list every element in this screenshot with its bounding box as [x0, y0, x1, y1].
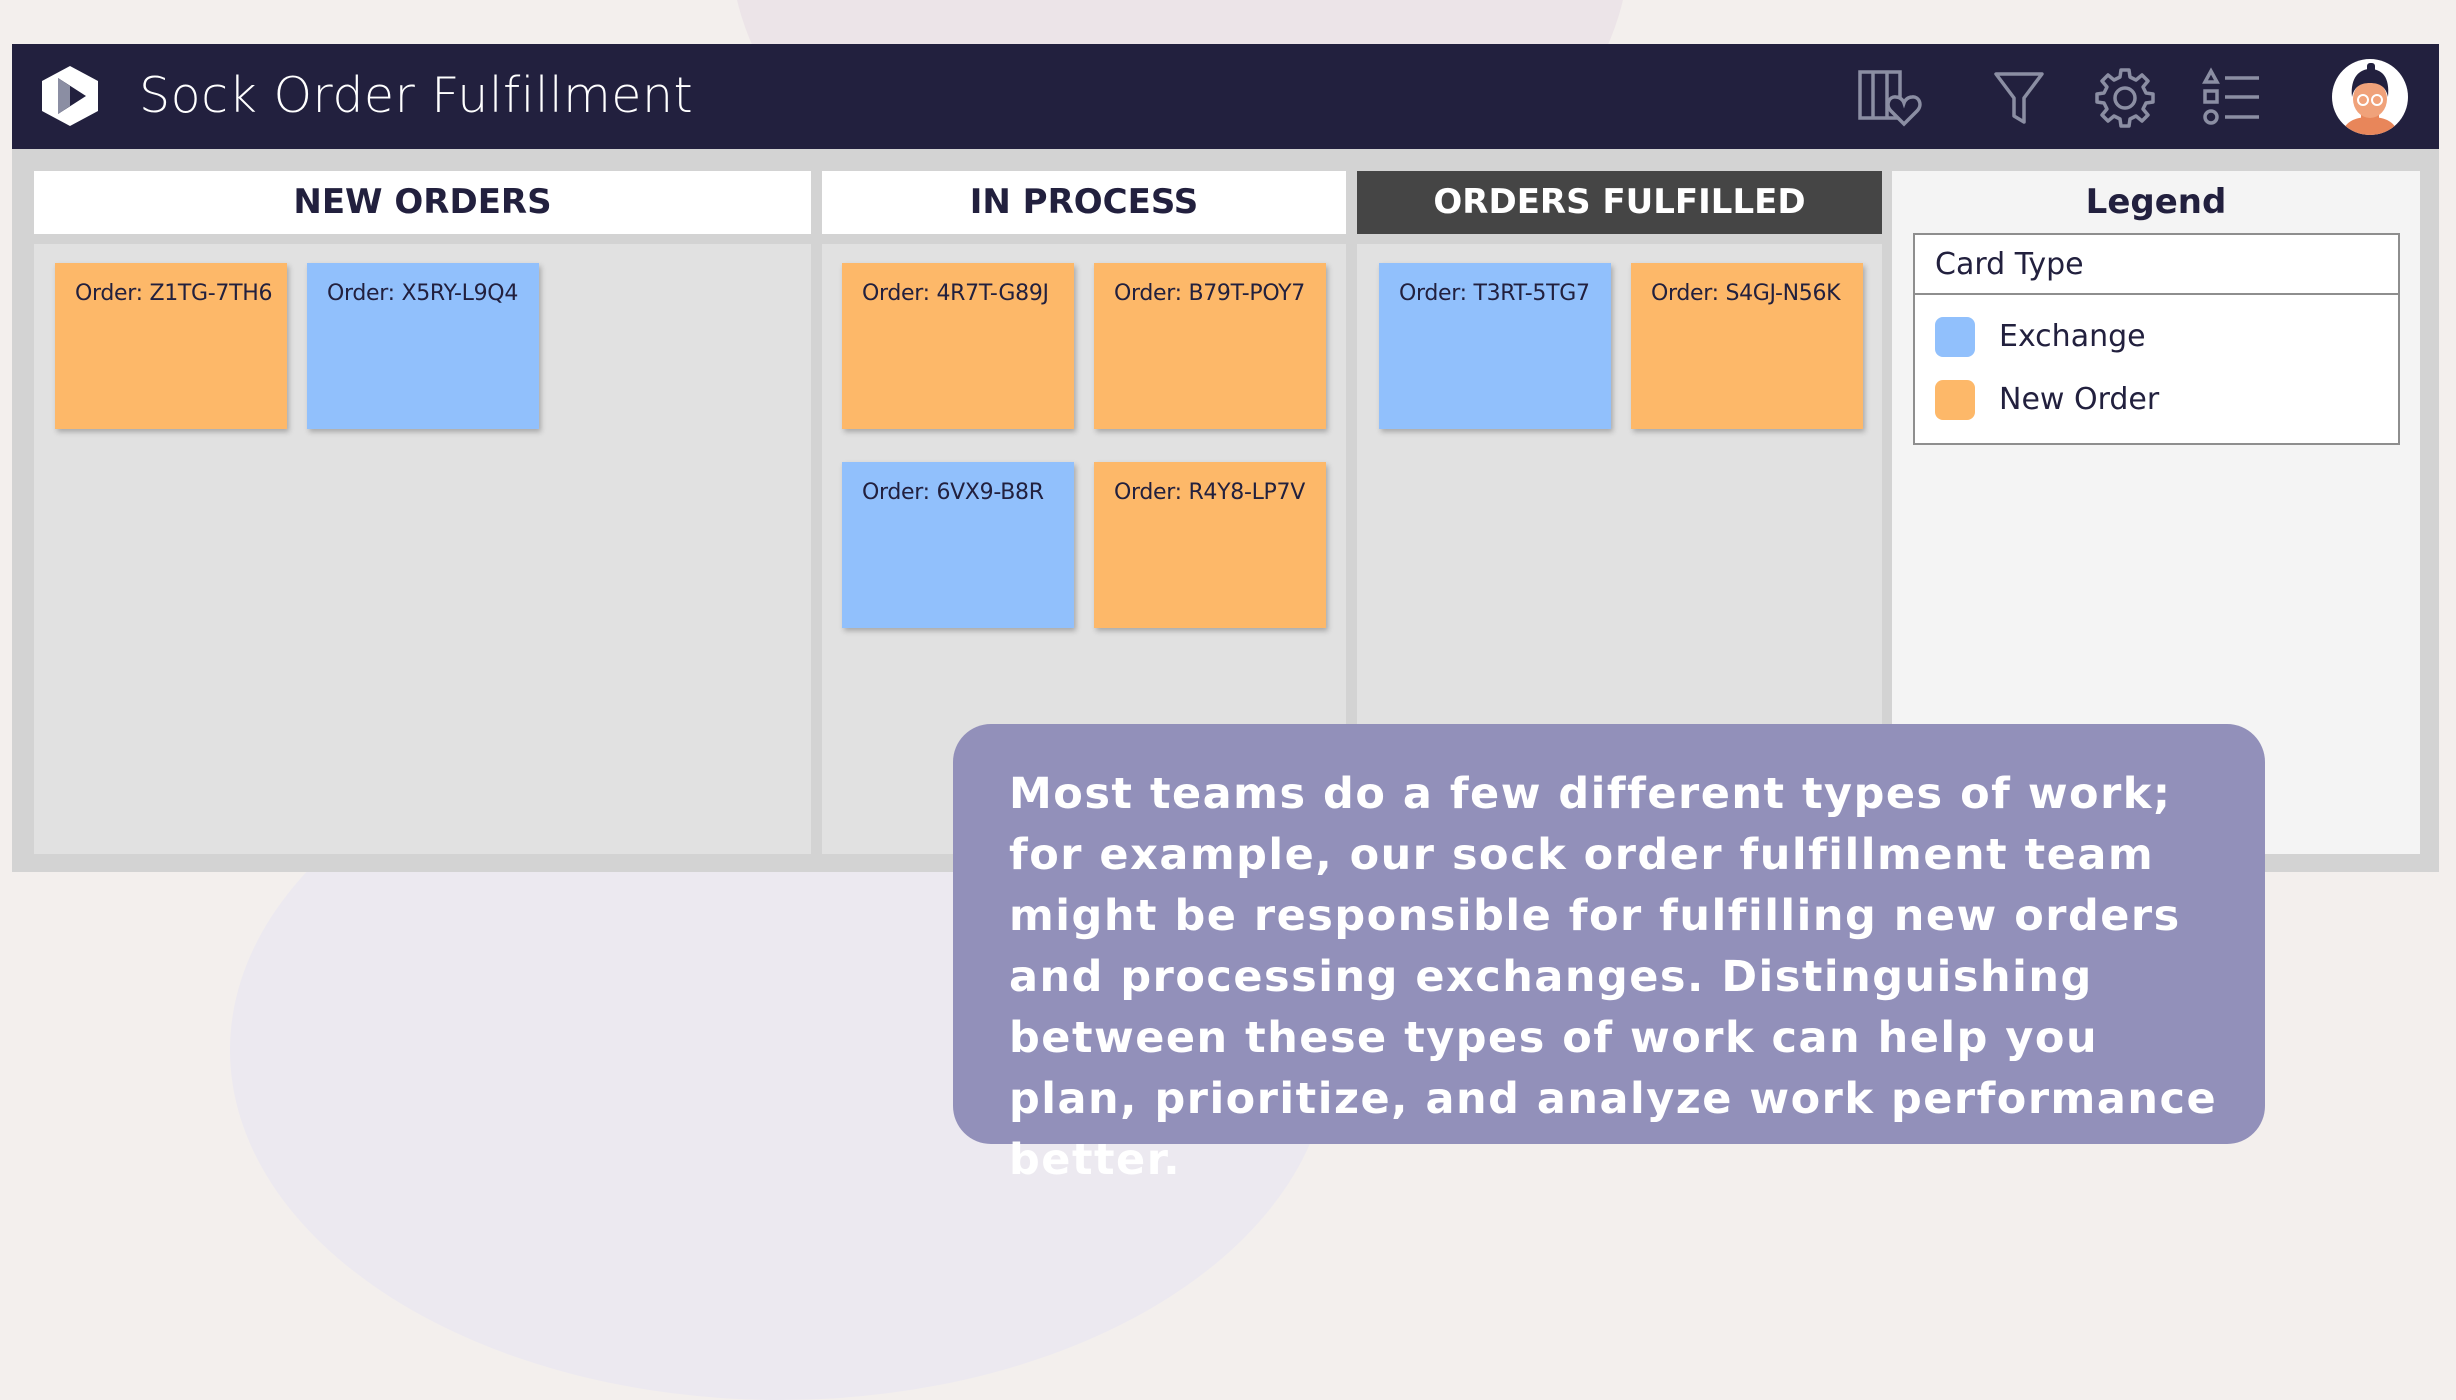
card-label: Order: R4Y8-LP7V [1114, 480, 1305, 505]
legend-box: Card Type Exchange New Order [1913, 233, 2400, 445]
order-card[interactable]: Order: T3RT-5TG7 [1379, 263, 1611, 429]
column-title: ORDERS FULFILLED [1357, 171, 1882, 234]
board-heart-icon[interactable] [1857, 66, 1927, 128]
card-label: Order: 4R7T-G89J [862, 281, 1049, 306]
card-label: Order: Z1TG-7TH6 [75, 281, 273, 306]
list-icon[interactable] [2197, 66, 2267, 128]
filter-icon[interactable] [1984, 66, 2054, 128]
play-logo-icon[interactable] [40, 64, 100, 128]
legend-header: Card Type [1915, 235, 2398, 295]
column-title: IN PROCESS [822, 171, 1346, 234]
info-callout: Most teams do a few different types of w… [953, 724, 2265, 1185]
card-label: Order: X5RY-L9Q4 [327, 281, 519, 306]
user-avatar[interactable] [2332, 59, 2408, 135]
top-bar: Sock Order Fulfillment [12, 44, 2439, 149]
card-label: Order: T3RT-5TG7 [1399, 281, 1590, 306]
card-label: Order: S4GJ-N56K [1651, 281, 1841, 306]
gear-icon[interactable] [2090, 66, 2160, 128]
color-swatch [1935, 317, 1975, 357]
app-title: Sock Order Fulfillment [139, 67, 694, 124]
color-swatch [1935, 380, 1975, 420]
legend-label: Exchange [1999, 319, 2146, 354]
column-body: Order: Z1TG-7TH6 Order: X5RY-L9Q4 [34, 244, 811, 854]
order-card[interactable]: Order: Z1TG-7TH6 [55, 263, 287, 429]
legend-title: Legend [2085, 182, 2227, 222]
column-title: NEW ORDERS [34, 171, 811, 234]
card-label: Order: B79T-POY7 [1114, 281, 1305, 306]
order-card[interactable]: Order: 4R7T-G89J [842, 263, 1074, 429]
order-card[interactable]: Order: B79T-POY7 [1094, 263, 1326, 429]
callout-text: Most teams do a few different types of w… [1009, 769, 2218, 1185]
order-card[interactable]: Order: 6VX9-B8R [842, 462, 1074, 628]
order-card[interactable]: Order: S4GJ-N56K [1631, 263, 1863, 429]
order-card[interactable]: Order: R4Y8-LP7V [1094, 462, 1326, 628]
card-label: Order: 6VX9-B8R [862, 480, 1044, 505]
legend-label: New Order [1999, 382, 2160, 417]
order-card[interactable]: Order: X5RY-L9Q4 [307, 263, 539, 429]
